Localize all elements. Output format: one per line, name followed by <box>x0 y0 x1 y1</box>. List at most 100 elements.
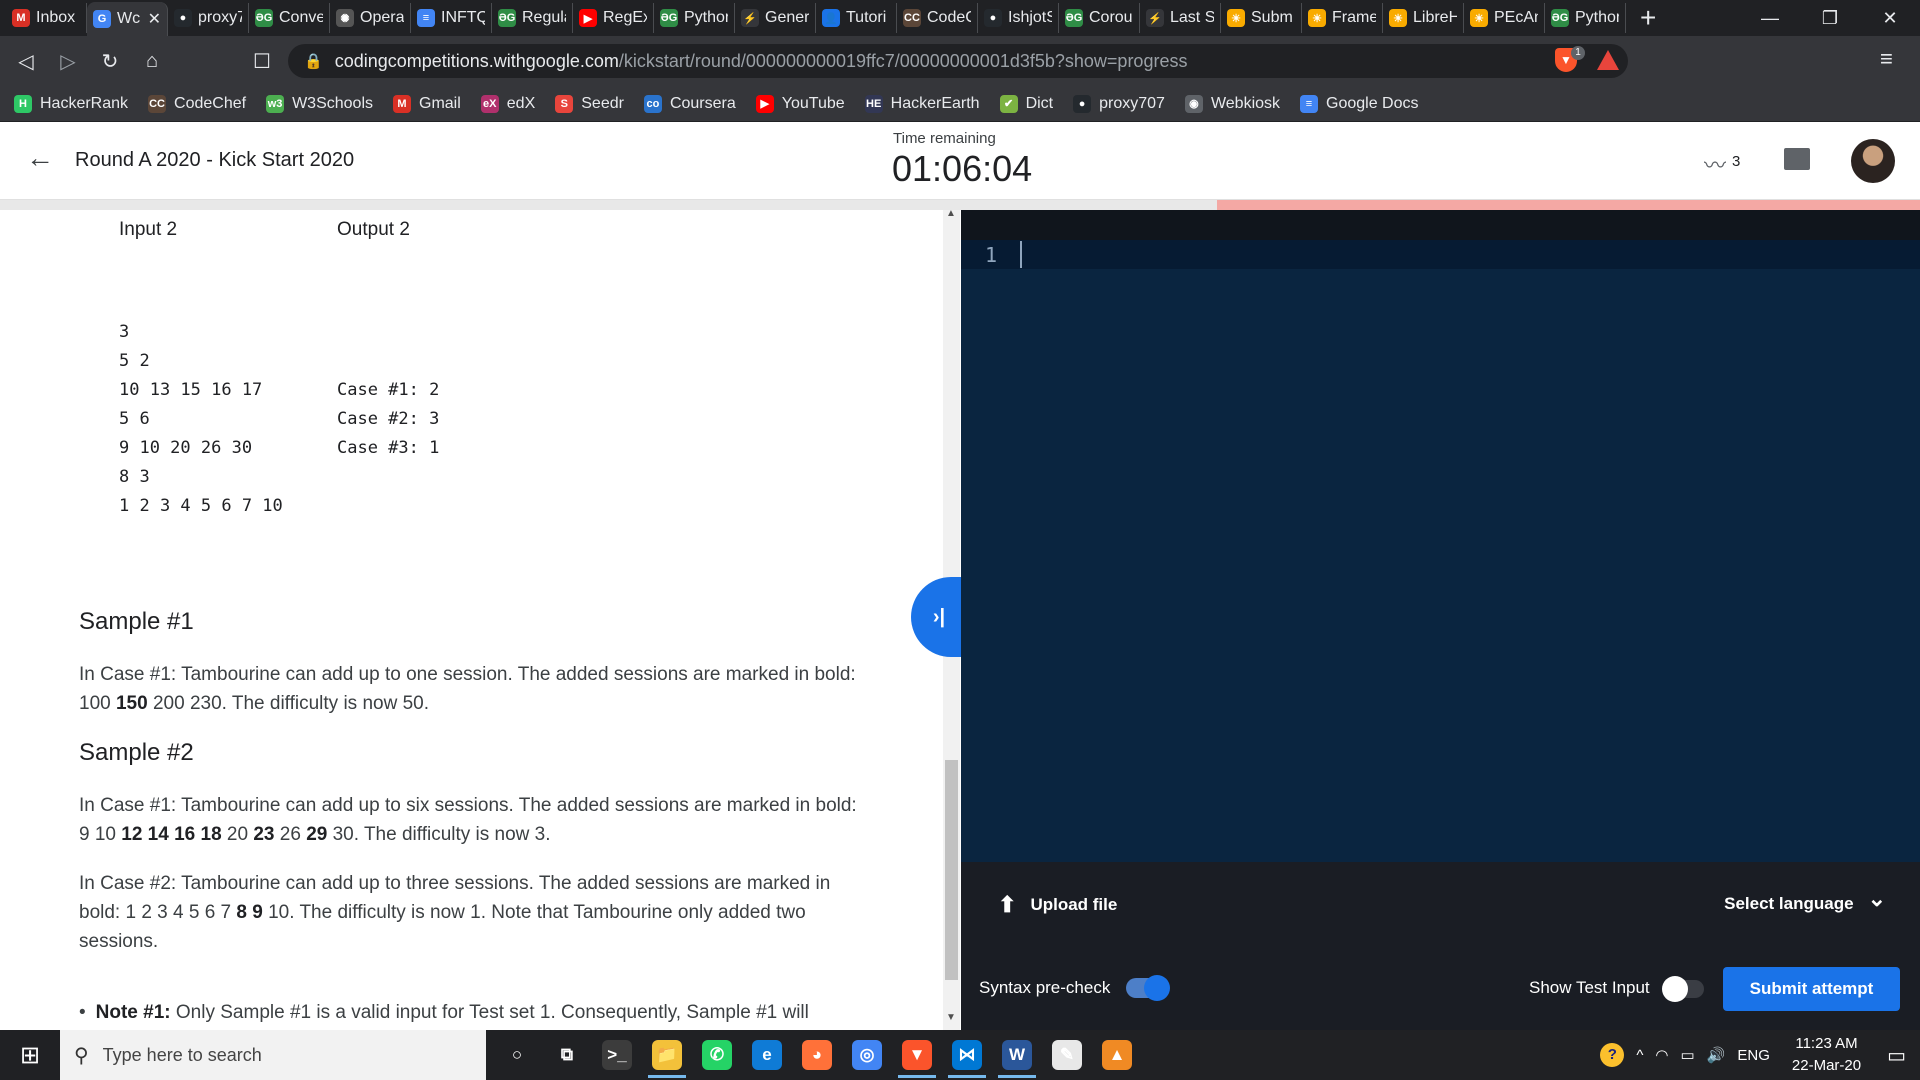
brave-rewards-icon[interactable] <box>1597 50 1619 70</box>
scroll-up-arrow-icon[interactable]: ▲ <box>946 208 956 219</box>
bookmark-item[interactable]: ◉ Webkiosk <box>1184 94 1280 113</box>
firefox-icon[interactable]: ◕ <box>792 1030 842 1080</box>
browser-tab-label: Conve <box>279 9 323 26</box>
restore-button[interactable]: ❐ <box>1800 0 1860 36</box>
bookmark-label: YouTube <box>781 94 845 112</box>
show-test-input-toggle[interactable] <box>1662 976 1704 1002</box>
bookmark-item[interactable]: w3 W3Schools <box>266 94 373 113</box>
browser-tab[interactable]: M Inbox <box>6 3 87 33</box>
browser-tab[interactable]: ✺ Opera <box>330 3 411 33</box>
avatar[interactable] <box>1851 139 1895 183</box>
wifi-icon[interactable]: ◠ <box>1655 1046 1668 1064</box>
syntax-precheck-toggle[interactable] <box>1126 975 1170 1001</box>
browser-tab[interactable]: ▶ RegEx <box>573 3 654 33</box>
browser-tab-label: IshjotS <box>1008 9 1052 26</box>
cortana-icon[interactable]: ○ <box>492 1030 542 1080</box>
language-indicator[interactable]: ENG <box>1737 1047 1770 1064</box>
browser-tab[interactable]: ☀ PEcAn <box>1464 3 1545 33</box>
home-button[interactable]: ⌂ <box>136 45 168 77</box>
bookmark-item[interactable]: ● proxy707 <box>1073 94 1165 113</box>
bookmark-item[interactable]: co Coursera <box>643 94 736 113</box>
browser-tab[interactable]: 👤 Tutori <box>816 3 897 33</box>
sample-output-block: Case #1: 2 Case #2: 3 Case #3: 1 <box>337 376 439 463</box>
edge-icon[interactable]: e <box>742 1030 792 1080</box>
bookmark-item[interactable]: ✔ Dict <box>999 94 1053 113</box>
sample-input-line: 8 3 <box>119 467 150 487</box>
address-bar[interactable]: 🔒 codingcompetitions.withgoogle.com/kick… <box>288 44 1628 78</box>
notepad-icon[interactable]: ✎ <box>1042 1030 1092 1080</box>
back-arrow-icon[interactable]: ← <box>26 142 54 174</box>
globe-icon: ◉ <box>1184 94 1203 113</box>
problem-scrollbar-thumb[interactable] <box>945 760 958 980</box>
bookmark-item[interactable]: S Seedr <box>555 94 624 113</box>
submit-attempt-button[interactable]: Submit attempt <box>1723 967 1900 1011</box>
reload-button[interactable]: ↻ <box>94 45 126 77</box>
help-icon[interactable]: ? <box>1600 1043 1625 1067</box>
minimize-button[interactable]: — <box>1740 0 1800 36</box>
taskbar-search-box[interactable]: ⚲ Type here to search <box>60 1030 486 1080</box>
vscode-icon[interactable]: ⋈ <box>942 1030 992 1080</box>
start-button[interactable]: ⊞ <box>0 1030 60 1080</box>
bookmark-item[interactable]: M Gmail <box>393 94 461 113</box>
word-icon[interactable]: W <box>992 1030 1042 1080</box>
file-explorer-icon-glyph: 📁 <box>652 1040 682 1070</box>
browser-tab-label: Tutori <box>846 9 887 26</box>
text-cursor <box>1020 241 1022 268</box>
leaf-icon: ✔ <box>999 94 1018 113</box>
clock-time: 11:23 AM <box>1795 1035 1858 1052</box>
bookmark-page-button[interactable]: ☐ <box>246 45 278 77</box>
brave-icon[interactable]: ▼ <box>892 1030 942 1080</box>
bookmark-item[interactable]: H HackerRank <box>14 94 128 113</box>
seedr-icon: S <box>555 94 574 113</box>
bookmark-item[interactable]: CC CodeChef <box>148 94 246 113</box>
bookmark-item[interactable]: ≡ Google Docs <box>1300 94 1419 113</box>
browser-tab[interactable]: ● IshjotS <box>978 3 1059 33</box>
file-explorer-icon[interactable]: 📁 <box>642 1030 692 1080</box>
browser-tab[interactable]: CC CodeC <box>897 3 978 33</box>
bookmark-item[interactable]: ▶ YouTube <box>755 94 845 113</box>
browser-tab[interactable]: ƏG Pythor <box>654 3 735 33</box>
browser-tab[interactable]: ☀ Subm <box>1221 3 1302 33</box>
browser-tab[interactable]: ƏG Pythor <box>1545 3 1626 33</box>
browser-tab[interactable]: G Wc ✕ <box>87 2 168 36</box>
bookmark-item[interactable]: HE HackerEarth <box>864 94 980 113</box>
notification-center-icon[interactable]: ▭ <box>1887 1043 1906 1068</box>
browser-tab[interactable]: ƏG Corou <box>1059 3 1140 33</box>
sun-icon: ☀ <box>1308 9 1326 27</box>
upload-file-button[interactable]: ⬆ Upload file <box>998 892 1117 918</box>
language-select[interactable]: Select language ⌄ <box>1724 886 1886 914</box>
clock[interactable]: 11:23 AM 22-Mar-20 <box>1792 1033 1861 1077</box>
vlc-icon[interactable]: ▲ <box>1092 1030 1142 1080</box>
code-editor[interactable]: 1 <box>961 210 1920 862</box>
volume-icon[interactable]: 🔊 <box>1707 1046 1726 1064</box>
tray-chevron-icon[interactable]: ^ <box>1636 1047 1643 1064</box>
scoreboard-icon[interactable]: 〰 <box>1704 148 1726 180</box>
browser-tab[interactable]: ☀ Frame <box>1302 3 1383 33</box>
editor-action-bar: ⬆ Upload file Select language ⌄ Syntax p… <box>961 862 1920 1030</box>
browser-tab[interactable]: ƏG Regula <box>492 3 573 33</box>
browser-tab[interactable]: ƏG Conve <box>249 3 330 33</box>
browser-tab[interactable]: ● proxy7 <box>168 3 249 33</box>
terminal-icon[interactable]: >_ <box>592 1030 642 1080</box>
browser-tab[interactable]: ≡ INFTQ <box>411 3 492 33</box>
scroll-down-arrow-icon[interactable]: ▼ <box>946 1012 956 1023</box>
task-view-icon[interactable]: ⧉ <box>542 1030 592 1080</box>
edge-icon-glyph: e <box>752 1040 782 1070</box>
browser-menu-button[interactable]: ≡ <box>1880 46 1893 72</box>
word-icon-glyph: W <box>1002 1040 1032 1070</box>
tab-close-icon[interactable]: ✕ <box>148 9 161 29</box>
browser-tab[interactable]: ⚡ Gener <box>735 3 816 33</box>
bookmark-item[interactable]: eX edX <box>480 94 535 113</box>
window-close-button[interactable]: ✕ <box>1860 0 1920 36</box>
battery-icon[interactable]: ▭ <box>1681 1046 1695 1064</box>
browser-tab[interactable]: ⚡ Last St <box>1140 3 1221 33</box>
upload-file-label: Upload file <box>1030 895 1118 914</box>
forward-button[interactable]: ▷ <box>52 45 84 77</box>
new-tab-button[interactable]: + <box>1640 4 1656 32</box>
feedback-icon[interactable] <box>1784 148 1810 170</box>
chrome-icon[interactable]: ◎ <box>842 1030 892 1080</box>
back-button[interactable]: ◁ <box>10 45 42 77</box>
time-remaining-label: Time remaining <box>893 130 996 147</box>
whatsapp-icon[interactable]: ✆ <box>692 1030 742 1080</box>
browser-tab[interactable]: ☀ LibreH <box>1383 3 1464 33</box>
